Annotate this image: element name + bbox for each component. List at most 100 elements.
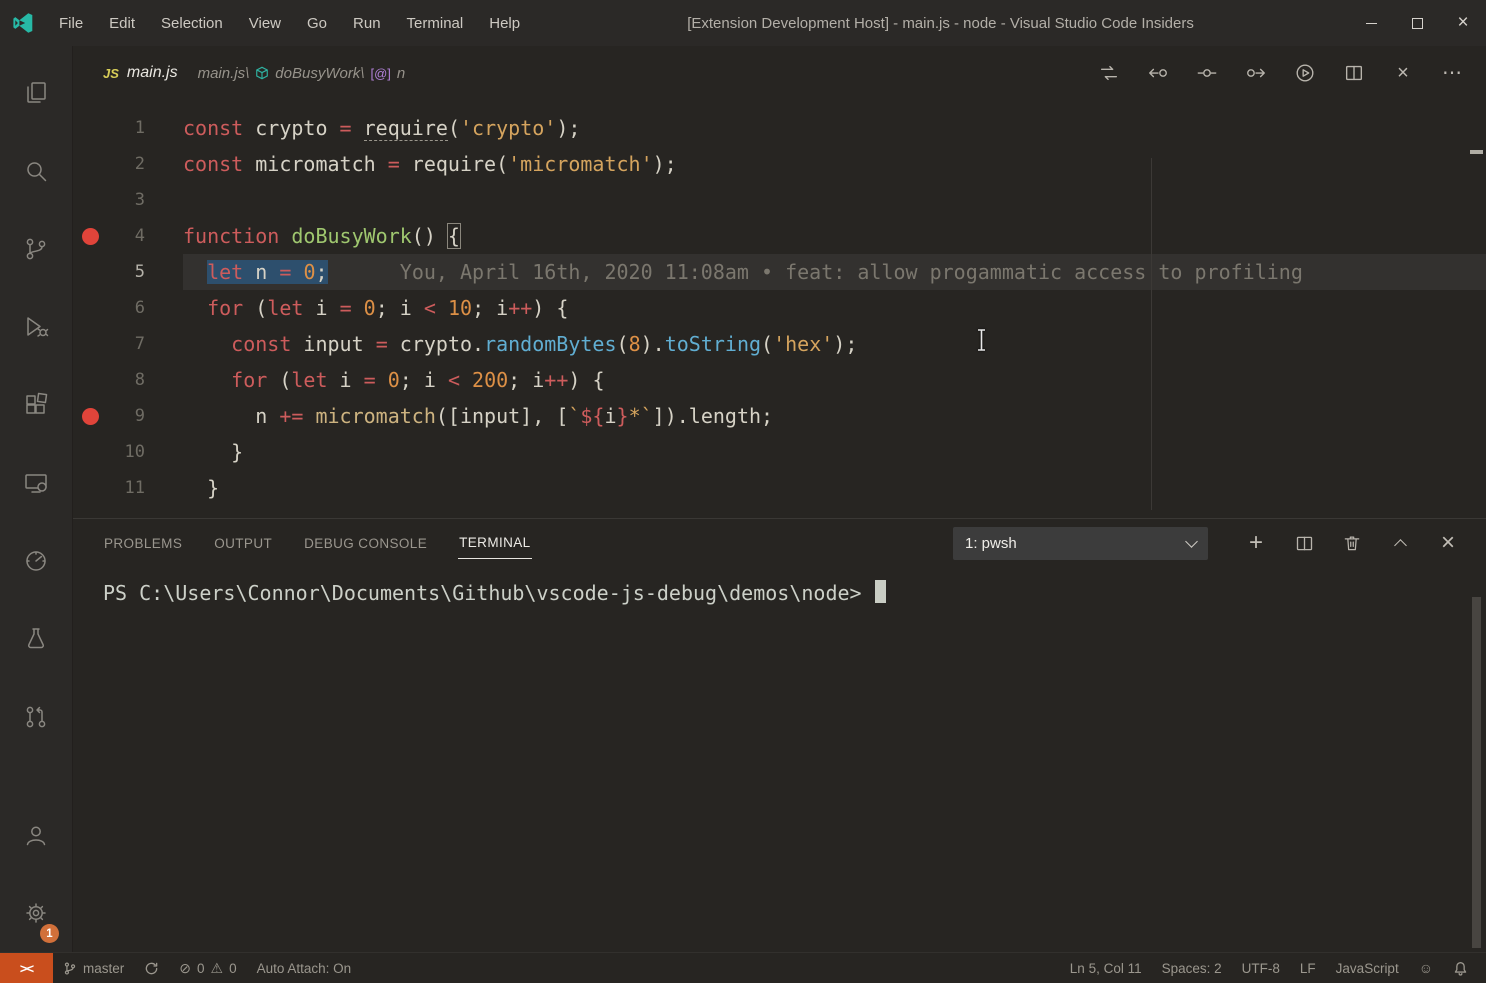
close-window-button[interactable]: ×	[1440, 0, 1486, 46]
kill-terminal-button[interactable]	[1340, 531, 1364, 555]
maximize-button[interactable]	[1394, 0, 1440, 46]
feedback-button[interactable]: ☺	[1409, 953, 1443, 983]
code-token: ; i	[400, 368, 448, 392]
code-row[interactable]: 4function doBusyWork() {	[73, 218, 1486, 254]
eol-status[interactable]: LF	[1290, 953, 1326, 983]
gutter[interactable]: 3	[73, 182, 183, 218]
breadcrumb-item-file[interactable]: main.js\	[198, 65, 250, 82]
gutter[interactable]: 11	[73, 470, 183, 506]
new-terminal-button[interactable]: +	[1244, 531, 1268, 555]
menu-edit[interactable]: Edit	[96, 0, 148, 46]
accounts-button[interactable]	[0, 796, 72, 874]
reverse-continue-button[interactable]	[1146, 61, 1170, 85]
sidebar-item-github-pull-requests[interactable]	[0, 678, 72, 756]
tab-debug-console[interactable]: DEBUG CONSOLE	[303, 528, 428, 559]
branch-icon	[63, 961, 77, 976]
code-editor[interactable]: 1const crypto = require('crypto');2const…	[73, 100, 1486, 518]
menu-view[interactable]: View	[236, 0, 294, 46]
gutter[interactable]: 5	[73, 254, 183, 290]
sidebar-item-test[interactable]	[0, 600, 72, 678]
tab-terminal[interactable]: TERMINAL	[458, 527, 531, 559]
problems-status[interactable]: ⊘ 0 ⚠ 0	[169, 953, 246, 983]
gutter[interactable]: 2	[73, 146, 183, 182]
split-editor-button[interactable]	[1342, 61, 1366, 85]
close-editor-button[interactable]: ×	[1391, 61, 1415, 85]
tab-problems[interactable]: PROBLEMS	[103, 528, 183, 559]
code-token: ]).length;	[653, 404, 773, 428]
menu-run[interactable]: Run	[340, 0, 394, 46]
continue-button[interactable]	[1244, 61, 1268, 85]
run-profile-button[interactable]	[1293, 61, 1317, 85]
code-token: }	[183, 440, 243, 464]
sidebar-item-profiler[interactable]	[0, 522, 72, 600]
sync-status[interactable]	[134, 953, 169, 983]
menu-file[interactable]: File	[46, 0, 96, 46]
code-row[interactable]: 1const crypto = require('crypto');	[73, 110, 1486, 146]
code-token: 'micromatch'	[508, 152, 653, 176]
menu-help[interactable]: Help	[476, 0, 533, 46]
terminal-prompt: PS C:\Users\Connor\Documents\Github\vsco…	[103, 581, 862, 605]
menu-terminal[interactable]: Terminal	[394, 0, 477, 46]
pause-profile-button[interactable]	[1195, 61, 1219, 85]
code-token: crypto.	[388, 332, 484, 356]
maximize-panel-button[interactable]	[1388, 531, 1412, 555]
cursor-position-status[interactable]: Ln 5, Col 11	[1060, 953, 1152, 983]
code-row[interactable]: 11 }	[73, 470, 1486, 506]
terminal-select[interactable]: 1: pwsh	[953, 527, 1208, 560]
terminal-output[interactable]: PS C:\Users\Connor\Documents\Github\vsco…	[73, 567, 1486, 952]
code-row[interactable]: 7 const input = crypto.randomBytes(8).to…	[73, 326, 1486, 362]
workbench-body: 1 JS main.js main.js\ doBusyWork\ [@] n	[0, 46, 1486, 952]
breakpoint-dot[interactable]	[82, 228, 99, 245]
terminal-scrollbar[interactable]	[1472, 597, 1481, 948]
tab-output[interactable]: OUTPUT	[213, 528, 273, 559]
more-actions-button[interactable]: ⋯	[1440, 61, 1464, 85]
breakpoint-dot[interactable]	[82, 408, 99, 425]
sidebar-item-source-control[interactable]	[0, 210, 72, 288]
close-panel-button[interactable]: ×	[1436, 531, 1460, 555]
menu-go[interactable]: Go	[294, 0, 340, 46]
gutter[interactable]: 8	[73, 362, 183, 398]
cursor-position-label: Ln 5, Col 11	[1070, 961, 1142, 976]
code-row[interactable]: 5 let n = 0; You, April 16th, 2020 11:08…	[73, 254, 1486, 290]
code-row[interactable]: 8 for (let i = 0; i < 200; i++) {	[73, 362, 1486, 398]
minimize-button[interactable]	[1348, 0, 1394, 46]
code-token: ()	[412, 224, 448, 248]
remote-indicator[interactable]: ><	[0, 953, 53, 983]
sidebar-item-run-debug[interactable]	[0, 288, 72, 366]
gutter[interactable]: 4	[73, 218, 183, 254]
gutter[interactable]: 7	[73, 326, 183, 362]
language-mode-status[interactable]: JavaScript	[1326, 953, 1409, 983]
sidebar-item-explorer[interactable]	[0, 54, 72, 132]
code-row[interactable]: 3	[73, 182, 1486, 218]
gutter[interactable]: 1	[73, 110, 183, 146]
indentation-status[interactable]: Spaces: 2	[1152, 953, 1232, 983]
breadcrumb-item-leaf[interactable]: n	[397, 65, 405, 82]
breakpoint-column[interactable]	[73, 228, 107, 245]
encoding-status[interactable]: UTF-8	[1232, 953, 1290, 983]
minimize-icon	[1366, 23, 1377, 24]
gutter[interactable]: 9	[73, 398, 183, 434]
split-terminal-button[interactable]	[1292, 531, 1316, 555]
code-row[interactable]: 2const micromatch = require('micromatch'…	[73, 146, 1486, 182]
line-number: 6	[107, 290, 183, 326]
code-token: 200	[472, 368, 508, 392]
auto-attach-status[interactable]: Auto Attach: On	[247, 953, 362, 983]
menu-selection[interactable]: Selection	[148, 0, 236, 46]
sidebar-item-search[interactable]	[0, 132, 72, 210]
code-row[interactable]: 6 for (let i = 0; i < 10; i++) {	[73, 290, 1486, 326]
gutter[interactable]: 10	[73, 434, 183, 470]
sidebar-item-extensions[interactable]	[0, 366, 72, 444]
tab-main-js[interactable]: JS main.js	[103, 64, 178, 82]
settings-button[interactable]: 1	[0, 874, 72, 952]
gutter[interactable]: 6	[73, 290, 183, 326]
breakpoint-column[interactable]	[73, 408, 107, 425]
branch-name: master	[83, 961, 124, 976]
code-row[interactable]: 9 n += micromatch([input], [`${i}*`]).le…	[73, 398, 1486, 434]
compare-changes-button[interactable]	[1097, 61, 1121, 85]
breadcrumb-item-symbol[interactable]: doBusyWork\	[275, 65, 364, 82]
git-branch-status[interactable]: master	[53, 953, 134, 983]
code-row[interactable]: 10 }	[73, 434, 1486, 470]
code-line-text: n += micromatch([input], [`${i}*`]).leng…	[183, 398, 1486, 434]
notifications-button[interactable]	[1443, 953, 1478, 983]
sidebar-item-remote-explorer[interactable]	[0, 444, 72, 522]
